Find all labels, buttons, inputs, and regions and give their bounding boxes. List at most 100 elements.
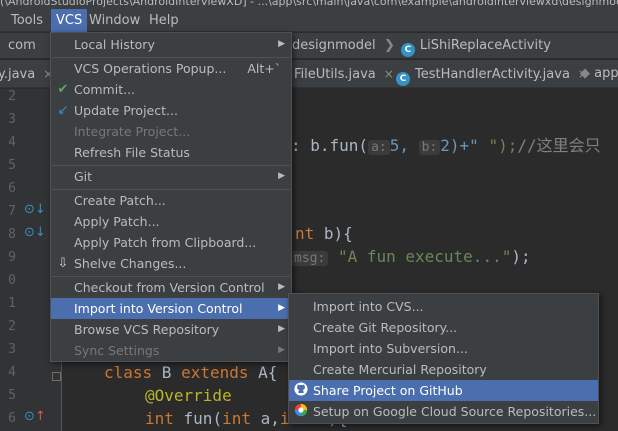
override-marker-icon[interactable]: ⊙↓: [24, 202, 46, 217]
line-number: 5: [8, 158, 16, 173]
menu-item-label: Update Project...: [74, 103, 178, 118]
menu-tools[interactable]: Tools: [6, 9, 48, 32]
menu-item-create-patch[interactable]: Create Patch...: [51, 190, 291, 211]
code-line: : b.fun(a: 5, b: 2)+" ");//这里会只: [291, 132, 601, 156]
code-annotation: @Override: [145, 386, 232, 405]
menu-item-integrate-project: Integrate Project...: [51, 121, 291, 142]
menu-vcs[interactable]: VCS: [51, 9, 88, 32]
line-number: 7: [8, 204, 16, 219]
menu-item-refresh-file-status[interactable]: Refresh File Status: [51, 142, 291, 163]
menu-item-label: Commit...: [74, 82, 136, 97]
menu-item-commit[interactable]: ✔ Commit...: [51, 79, 291, 100]
menu-item-setup-google-cloud[interactable]: Setup on Google Cloud Source Repositorie…: [289, 401, 598, 422]
override-marker-icon[interactable]: ⊙↓: [24, 225, 46, 240]
fold-icon[interactable]: [52, 372, 61, 381]
line-number: 2: [8, 89, 16, 104]
breadcrumb-item-com[interactable]: com: [8, 33, 36, 59]
param-hint: msg:: [291, 251, 329, 266]
menu-item-create-git-repository[interactable]: Create Git Repository...: [289, 317, 598, 338]
breadcrumb-label-class: LiShiReplaceActivity: [419, 38, 551, 53]
submenu-arrow-icon: ▶: [278, 39, 285, 49]
line-number: 1: [8, 296, 16, 311]
menu-item-vcs-operations-popup[interactable]: VCS Operations Popup... Alt+`: [51, 58, 291, 79]
menu-help[interactable]: Help: [144, 9, 184, 32]
github-icon: [294, 380, 308, 401]
menu-item-label: Apply Patch from Clipboard...: [74, 235, 257, 250]
gradle-icon: ◆: [580, 66, 590, 81]
tab-label: y.java: [0, 67, 36, 82]
menu-item-label: Refresh File Status: [74, 145, 190, 160]
menu-item-apply-patch[interactable]: Apply Patch...: [51, 211, 291, 232]
implements-marker-icon[interactable]: ⊙↑: [24, 409, 46, 424]
line-number: 3: [8, 112, 16, 127]
submenu-arrow-icon: ▶: [278, 171, 285, 181]
menu-item-label: Import into Version Control: [74, 301, 243, 316]
line-number: 0: [8, 273, 16, 288]
class-icon: C: [400, 43, 415, 57]
code-text: a,: [250, 409, 280, 428]
menu-item-checkout-from-vcs[interactable]: Checkout from Version Control ▶: [51, 277, 291, 298]
menu-item-label: Create Git Repository...: [313, 320, 458, 335]
class-icon: C: [396, 72, 410, 86]
menu-item-update-project[interactable]: ↙ Update Project...: [51, 100, 291, 121]
submenu-arrow-icon: ▶: [278, 303, 285, 313]
menu-item-label: Setup on Google Cloud Source Repositorie…: [313, 404, 597, 419]
code-number: 2)+": [440, 136, 479, 155]
menu-item-create-mercurial-repository[interactable]: Create Mercurial Repository: [289, 359, 598, 380]
submenu-arrow-icon: ▶: [278, 345, 285, 355]
code-string: ");: [478, 136, 518, 155]
breadcrumb-item-designmodel[interactable]: designmodel: [292, 33, 376, 59]
line-number: 5: [8, 388, 16, 403]
menu-item-browse-vcs-repository[interactable]: Browse VCS Repository ▶: [51, 319, 291, 340]
shelve-icon: ⇩: [57, 256, 69, 271]
code-line: msg: "A fun execute...");: [291, 247, 531, 266]
menu-item-label: Sync Settings: [74, 343, 160, 358]
menu-item-label: Git: [74, 169, 93, 184]
menu-item-label: Create Mercurial Repository: [313, 362, 487, 377]
menu-item-label: VCS Operations Popup...: [74, 61, 227, 76]
menu-item-label: Browse VCS Repository: [74, 322, 220, 337]
code-text: A{: [248, 363, 278, 382]
tab-testhandleractivity-java[interactable]: C TestHandlerActivity.java ×: [396, 60, 588, 88]
line-number: 4: [8, 135, 16, 150]
submenu-arrow-icon: ▶: [278, 324, 285, 334]
menu-bar: Tools VCS Window Help: [0, 9, 618, 32]
line-number: 3: [8, 342, 16, 357]
google-cloud-icon: [294, 401, 308, 422]
close-icon[interactable]: ×: [384, 67, 394, 81]
line-number: 9: [8, 250, 16, 265]
menu-item-label: Local History: [74, 37, 155, 52]
param-hint: b:: [418, 140, 441, 155]
menu-item-label: Apply Patch...: [74, 214, 160, 229]
menu-item-apply-patch-clipboard[interactable]: Apply Patch from Clipboard...: [51, 232, 291, 253]
tab-label: app: [594, 66, 618, 81]
menu-item-share-on-github[interactable]: Share Project on GitHub: [289, 380, 598, 401]
menu-item-label: Integrate Project...: [74, 124, 191, 139]
param-hint: a:: [368, 140, 390, 155]
window-title: (\AndroidStudioProjects\AndroidInterview…: [0, 0, 618, 8]
code-text: );: [511, 247, 531, 266]
menu-item-local-history[interactable]: Local History ▶: [51, 34, 291, 55]
menu-item-import-into-subversion[interactable]: Import into Subversion...: [289, 338, 598, 359]
code-line: class B extends A{: [104, 363, 277, 382]
tab-y-java[interactable]: y.java ×: [0, 60, 53, 88]
tab-fileutils-java[interactable]: FileUtils.java ×: [294, 60, 394, 88]
menu-item-label: Checkout from Version Control: [74, 280, 265, 295]
tab-app[interactable]: ◆ app: [580, 60, 618, 88]
chevron-right-icon: ❯: [384, 38, 395, 53]
menu-window[interactable]: Window: [84, 9, 145, 32]
menu-item-import-into-cvs[interactable]: Import into CVS...: [289, 296, 598, 317]
breadcrumb-item-class[interactable]: ❯ C LiShiReplaceActivity: [384, 33, 551, 59]
code-comment: //这里会只: [517, 136, 601, 155]
code-text: fun(: [173, 409, 223, 428]
menu-item-label: Shelve Changes...: [74, 256, 187, 271]
menu-item-git[interactable]: Git ▶: [51, 166, 291, 187]
menu-item-import-into-vcs[interactable]: Import into Version Control ▶: [51, 298, 291, 319]
line-number: 2: [8, 319, 16, 334]
code-line: @Override: [145, 386, 232, 405]
menu-item-label: Import into Subversion...: [313, 341, 468, 356]
check-icon: ✔: [57, 82, 69, 97]
submenu-arrow-icon: ▶: [278, 282, 285, 292]
menu-item-shelve-changes[interactable]: ⇩ Shelve Changes...: [51, 253, 291, 274]
title-bar: (\AndroidStudioProjects\AndroidInterview…: [0, 0, 618, 9]
